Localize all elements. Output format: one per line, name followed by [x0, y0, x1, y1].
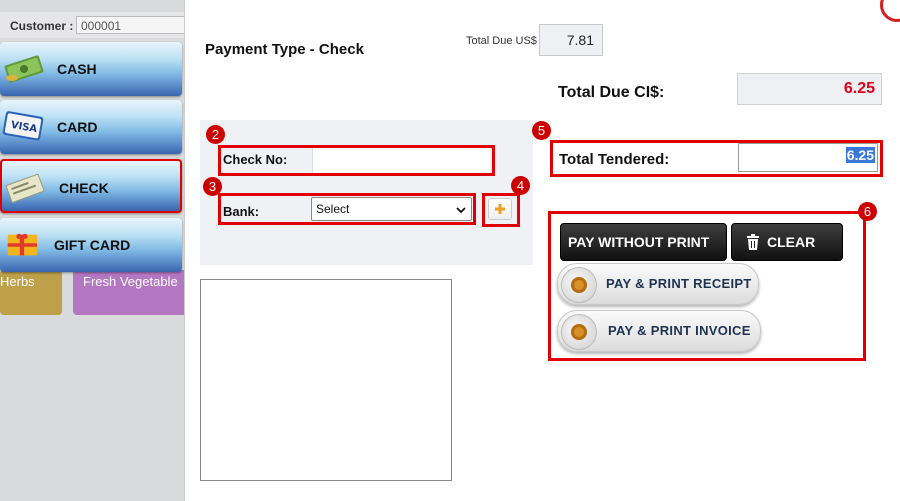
total-tendered-label: Total Tendered: [559, 151, 670, 168]
bank-label: Bank: [223, 204, 260, 219]
bank-select-value: Select [316, 202, 350, 216]
clear-button[interactable]: CLEAR [731, 223, 843, 261]
customer-bar: Customer : 000001 [0, 12, 190, 38]
card-button[interactable]: VISA CARD [0, 100, 182, 154]
cash-icon [4, 55, 44, 83]
category-tile-herbs[interactable]: Herbs [0, 270, 62, 315]
cash-label: CASH [57, 61, 97, 77]
pay-without-print-label: PAY WITHOUT PRINT [568, 234, 710, 250]
category-tile-vegetable[interactable]: Fresh Vegetable [73, 270, 188, 315]
total-tendered-value: 6.25 [845, 147, 875, 163]
coin-icon [561, 267, 597, 303]
check-icon [5, 173, 45, 203]
customer-field[interactable]: 000001 [76, 16, 186, 34]
close-icon[interactable] [880, 0, 900, 22]
clear-label: CLEAR [767, 234, 816, 250]
total-due-usd-value: 7.81 [539, 24, 603, 56]
payment-modal: Payment Type - Check Total Due US$ 7.81 … [184, 0, 900, 501]
modal-title: Payment Type - Check [205, 41, 364, 58]
annotation-badge: 6 [858, 202, 877, 221]
pay-print-receipt-label: PAY & PRINT RECEIPT [606, 276, 752, 291]
pay-without-print-button[interactable]: PAY WITHOUT PRINT [560, 223, 727, 261]
annotation-badge: 4 [511, 176, 530, 195]
annotation-badge: 5 [532, 121, 551, 140]
total-due-ci-label: Total Due CI$: [558, 84, 665, 101]
tile-label: Fresh Vegetable [83, 274, 178, 289]
plus-icon [495, 204, 505, 214]
total-due-usd-label: Total Due US$ [466, 35, 537, 47]
total-due-ci-value: 6.25 [737, 73, 882, 105]
notes-area[interactable] [200, 279, 452, 481]
coin-icon [561, 314, 597, 350]
gift-card-button[interactable]: GIFT CARD [0, 218, 182, 272]
check-button[interactable]: CHECK [0, 159, 182, 213]
chevron-down-icon [456, 207, 466, 214]
pay-print-invoice-label: PAY & PRINT INVOICE [608, 323, 751, 338]
gift-card-label: GIFT CARD [54, 237, 131, 253]
card-label: CARD [57, 119, 98, 135]
annotation-badge: 3 [203, 177, 222, 196]
bank-select[interactable]: Select [311, 197, 472, 221]
check-no-input[interactable] [312, 148, 490, 173]
add-bank-button[interactable] [488, 198, 512, 220]
customer-label: Customer : [10, 19, 74, 33]
gift-card-icon [7, 233, 38, 256]
tile-label: Herbs [0, 274, 35, 289]
pay-print-receipt-button[interactable]: PAY & PRINT RECEIPT [557, 263, 759, 305]
annotation-badge: 2 [206, 125, 225, 144]
trash-icon [747, 234, 759, 250]
pay-print-invoice-button[interactable]: PAY & PRINT INVOICE [557, 310, 761, 352]
check-label: CHECK [59, 180, 109, 196]
check-no-label: Check No: [223, 152, 288, 167]
total-tendered-input[interactable]: 6.25 [738, 143, 878, 172]
credit-card-icon: VISA [2, 111, 44, 141]
cash-button[interactable]: CASH [0, 42, 182, 96]
